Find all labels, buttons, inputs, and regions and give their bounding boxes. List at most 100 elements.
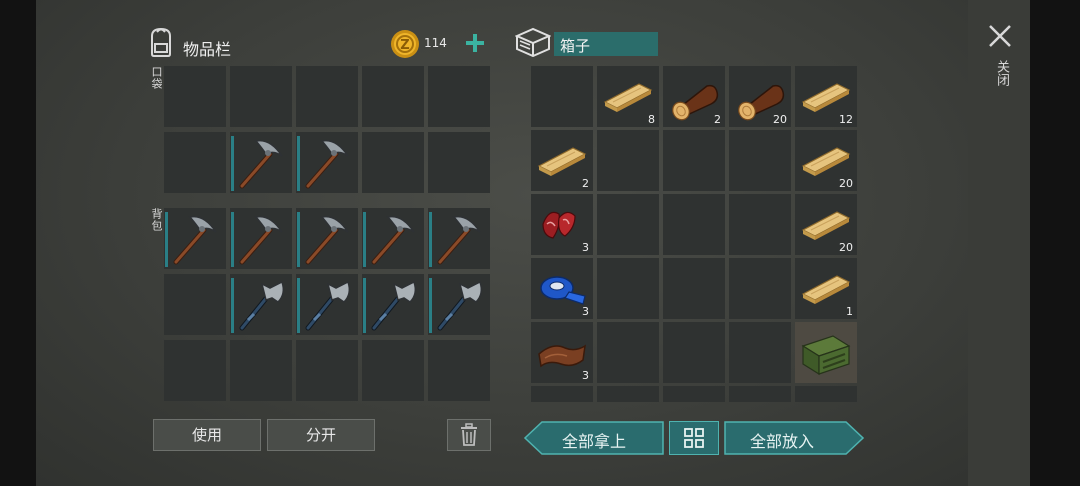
box-slot[interactable]: 1: [795, 258, 857, 319]
pickaxe-icon: [296, 208, 358, 269]
inventory-slot[interactable]: [164, 274, 226, 335]
ammo-crate-icon: [795, 322, 857, 383]
box-slot[interactable]: [729, 130, 791, 191]
box-slot[interactable]: [663, 322, 725, 383]
trash-icon: [461, 423, 477, 446]
box-slot[interactable]: 20: [795, 194, 857, 255]
durability-bar: [231, 278, 234, 333]
box-slot[interactable]: 3: [531, 194, 593, 255]
box-slot[interactable]: [663, 194, 725, 255]
backpack-label: 背包: [150, 208, 163, 232]
inventory-slot[interactable]: [362, 340, 424, 401]
close-button[interactable]: 关闭: [986, 22, 1014, 102]
add-coins-button[interactable]: [463, 31, 487, 55]
box-slot[interactable]: [597, 258, 659, 319]
inventory-slot[interactable]: [362, 274, 424, 335]
put-all-button[interactable]: 全部放入: [724, 421, 864, 455]
inventory-slot[interactable]: [164, 208, 226, 269]
inventory-slot[interactable]: [230, 274, 292, 335]
box-slot[interactable]: [663, 386, 725, 402]
durability-bar: [165, 212, 168, 267]
box-slot[interactable]: [663, 258, 725, 319]
item-count: 1: [846, 305, 853, 318]
box-slot[interactable]: [531, 386, 593, 402]
inventory-slot[interactable]: [230, 66, 292, 127]
inventory-slot[interactable]: [164, 340, 226, 401]
box-slot[interactable]: [597, 386, 659, 402]
item-count: 20: [839, 241, 853, 254]
svg-text:Z: Z: [400, 38, 409, 53]
box-slot[interactable]: [531, 66, 593, 127]
box-slot[interactable]: [663, 130, 725, 191]
durability-bar: [297, 136, 300, 191]
durability-bar: [231, 136, 234, 191]
item-count: 2: [582, 177, 589, 190]
item-count: 8: [648, 113, 655, 126]
box-slot[interactable]: 12: [795, 66, 857, 127]
inventory-slot[interactable]: [230, 132, 292, 193]
inventory-slot[interactable]: [428, 66, 490, 127]
inventory-slot[interactable]: [428, 274, 490, 335]
box-slot[interactable]: 2: [531, 130, 593, 191]
item-count: 3: [582, 369, 589, 382]
inventory-slot[interactable]: [164, 132, 226, 193]
axe-icon: [362, 274, 424, 335]
inventory-slot[interactable]: [362, 208, 424, 269]
inventory-slot[interactable]: [230, 208, 292, 269]
close-icon: [989, 25, 1011, 47]
inventory-title: 物品栏: [183, 40, 232, 59]
box-slot[interactable]: 3: [531, 322, 593, 383]
item-count: 20: [773, 113, 787, 126]
inventory-slot[interactable]: [296, 66, 358, 127]
axe-icon: [230, 274, 292, 335]
durability-bar: [429, 278, 432, 333]
item-count: 3: [582, 305, 589, 318]
inventory-slot[interactable]: [362, 132, 424, 193]
split-button[interactable]: 分开: [267, 419, 375, 451]
inventory-slot[interactable]: [362, 66, 424, 127]
box-slot[interactable]: [729, 194, 791, 255]
durability-bar: [297, 212, 300, 267]
put-all-label: 全部放入: [750, 432, 815, 451]
box-slot[interactable]: [795, 386, 857, 402]
box-slot[interactable]: [597, 194, 659, 255]
close-label: 关闭: [994, 60, 1009, 86]
box-title-field[interactable]: 箱子: [554, 32, 658, 56]
box-slot[interactable]: [597, 322, 659, 383]
box-slot[interactable]: 2: [663, 66, 725, 127]
box-slot[interactable]: [729, 258, 791, 319]
delete-button[interactable]: [447, 419, 491, 451]
box-slot[interactable]: [729, 386, 791, 402]
inventory-slot[interactable]: [296, 274, 358, 335]
inventory-slot[interactable]: [296, 208, 358, 269]
pickaxe-icon: [296, 132, 358, 193]
box-icon: [514, 27, 552, 58]
backpack-icon: [146, 26, 176, 58]
pickaxe-icon: [362, 208, 424, 269]
take-all-button[interactable]: 全部拿上: [524, 421, 664, 455]
durability-bar: [429, 212, 432, 267]
durability-bar: [297, 278, 300, 333]
plus-icon: [466, 34, 484, 52]
box-slot[interactable]: [729, 322, 791, 383]
inventory-slot[interactable]: [428, 132, 490, 193]
box-slot[interactable]: 20: [729, 66, 791, 127]
use-button[interactable]: 使用: [153, 419, 261, 451]
sort-button[interactable]: [669, 421, 719, 455]
pickaxe-icon: [164, 208, 226, 269]
item-count: 12: [839, 113, 853, 126]
inventory-slot[interactable]: [296, 340, 358, 401]
inventory-slot[interactable]: [230, 340, 292, 401]
box-slot[interactable]: [795, 322, 857, 383]
pocket-label: 口袋: [150, 66, 163, 90]
box-slot[interactable]: 8: [597, 66, 659, 127]
durability-bar: [363, 212, 366, 267]
inventory-slot[interactable]: [428, 340, 490, 401]
box-slot[interactable]: [597, 130, 659, 191]
item-count: 2: [714, 113, 721, 126]
box-slot[interactable]: 3: [531, 258, 593, 319]
inventory-slot[interactable]: [164, 66, 226, 127]
box-slot[interactable]: 20: [795, 130, 857, 191]
inventory-slot[interactable]: [428, 208, 490, 269]
inventory-slot[interactable]: [296, 132, 358, 193]
